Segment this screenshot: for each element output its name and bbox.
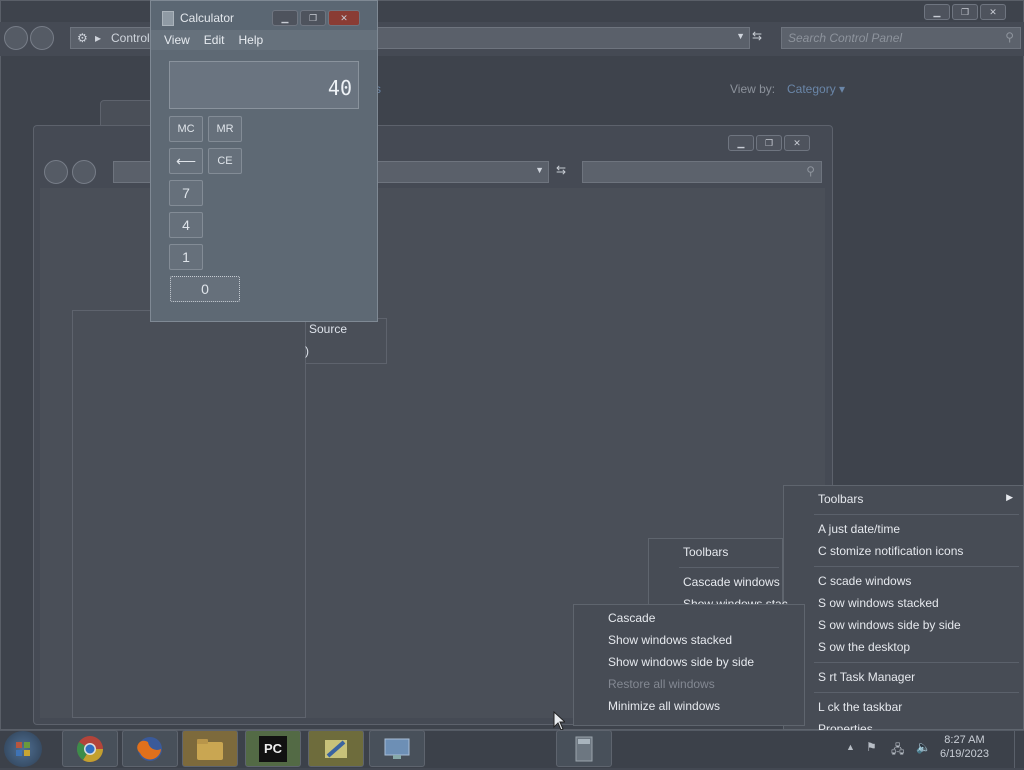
paint-taskbar-button[interactable]: [308, 730, 364, 767]
arrange-stacked[interactable]: Show windows stacked: [608, 633, 732, 647]
calculator-taskbar-button[interactable]: [556, 730, 612, 767]
mc-button[interactable]: MC: [169, 116, 203, 142]
menu-separator: [814, 662, 1019, 663]
source-label: Source: [309, 322, 348, 336]
breadcrumb-arrow-icon: ▸: [95, 31, 102, 45]
taskbar-clock[interactable]: 8:27 AM 6/19/2023: [940, 733, 989, 761]
explorer-forward-button[interactable]: [72, 160, 96, 184]
control-panel-search-input[interactable]: Search Control Panel ⚲: [781, 27, 1021, 49]
explorer-window-buttons: ▁ ❐ ✕: [728, 135, 810, 151]
calculator-taskbar-icon: [575, 736, 593, 761]
search-icon: ⚲: [1005, 30, 1014, 44]
calculator-maximize-button[interactable]: ❐: [300, 10, 326, 26]
calculator-display: 40: [169, 61, 359, 109]
ghost-menu-cascade[interactable]: Cascade windows: [683, 575, 780, 589]
backspace-button[interactable]: ⟵: [169, 148, 203, 174]
explorer-navigation-pane: [72, 310, 306, 718]
menu-separator: [814, 566, 1019, 567]
arrange-minimize-all[interactable]: Minimize all windows: [608, 699, 720, 713]
search-placeholder: Search Control Panel: [788, 31, 903, 45]
close-button[interactable]: ✕: [980, 4, 1006, 20]
submenu-arrow-icon: ▶: [1006, 492, 1013, 502]
back-button[interactable]: [4, 26, 28, 50]
menu-show-windows-stacked[interactable]: S ow windows stacked: [818, 596, 939, 610]
menu-separator: [679, 567, 779, 568]
ghost-menu-toolbars[interactable]: Toolbars: [683, 545, 728, 559]
menu-separator: [814, 692, 1019, 693]
explorer-search-icon: ⚲: [806, 164, 815, 178]
calculator-icon: [162, 11, 174, 26]
window-arrange-menu: Cascade Show windows stacked Show window…: [573, 604, 805, 726]
windows-logo-icon: [16, 742, 30, 756]
zero-button[interactable]: 0: [170, 276, 240, 302]
clock-time: 8:27 AM: [944, 734, 985, 746]
one-button[interactable]: 1: [169, 244, 203, 270]
calculator-window-buttons: ▁ ❐ ✕: [272, 10, 360, 26]
pycharm-icon: PC: [259, 735, 287, 762]
menu-show-desktop[interactable]: S ow the desktop: [818, 640, 910, 654]
menu-customize-notification-icons[interactable]: C stomize notification icons: [818, 544, 963, 558]
action-center-icon[interactable]: ⚑: [866, 740, 877, 754]
calculator-minimize-button[interactable]: ▁: [272, 10, 298, 26]
file-explorer-taskbar-button[interactable]: [182, 730, 238, 767]
remote-desktop-taskbar-button[interactable]: [369, 730, 425, 767]
control-panel-icon: ⚙: [77, 31, 88, 45]
forward-button[interactable]: [30, 26, 54, 50]
four-button[interactable]: 4: [169, 212, 203, 238]
calculator-menu: View Edit Help: [164, 33, 263, 47]
arrange-side-by-side[interactable]: Show windows side by side: [608, 655, 754, 669]
firefox-icon: [137, 736, 162, 761]
chrome-icon: [76, 735, 104, 762]
explorer-search-input[interactable]: ⚲: [582, 161, 822, 183]
explorer-maximize-button[interactable]: ❐: [756, 135, 782, 151]
network-icon[interactable]: 🖧: [891, 740, 904, 761]
paint-icon: [325, 739, 347, 758]
menu-start-task-manager[interactable]: S rt Task Manager: [818, 670, 915, 684]
menu-edit[interactable]: Edit: [204, 33, 225, 47]
mouse-cursor-icon: [553, 711, 565, 731]
volume-muted-icon[interactable]: 🔈: [916, 740, 931, 754]
refresh-icon[interactable]: ⇆: [752, 29, 762, 43]
clock-date: 6/19/2023: [940, 748, 989, 760]
start-button[interactable]: [4, 731, 42, 767]
menu-adjust-date-time[interactable]: A just date/time: [818, 522, 900, 536]
minimize-button[interactable]: ▁: [924, 4, 950, 20]
menu-help[interactable]: Help: [238, 33, 263, 47]
menu-show-windows-side-by-side[interactable]: S ow windows side by side: [818, 618, 961, 632]
address-dropdown-icon[interactable]: ▼: [736, 31, 745, 41]
taskbar-context-menu: Toolbars ▶ A just date/time C stomize no…: [783, 485, 1024, 736]
address-text: Control: [111, 31, 150, 45]
explorer-refresh-icon[interactable]: ⇆: [556, 163, 566, 177]
calculator-close-button[interactable]: ✕: [328, 10, 360, 26]
menu-separator: [814, 514, 1019, 515]
calculator-title: Calculator: [180, 11, 235, 25]
show-hidden-icons-icon[interactable]: ▲: [846, 742, 855, 752]
explorer-close-button[interactable]: ✕: [784, 135, 810, 151]
arrange-restore-all: Restore all windows: [608, 677, 715, 691]
view-by-label: View by:: [730, 82, 776, 96]
mr-button[interactable]: MR: [208, 116, 242, 142]
menu-view[interactable]: View: [164, 33, 190, 47]
source-value: ): [305, 344, 309, 358]
remote-desktop-icon: [384, 738, 410, 759]
chrome-taskbar-button[interactable]: [62, 730, 118, 767]
menu-cascade-windows[interactable]: C scade windows: [818, 574, 911, 588]
explorer-minimize-button[interactable]: ▁: [728, 135, 754, 151]
firefox-taskbar-button[interactable]: [122, 730, 178, 767]
ce-button[interactable]: CE: [208, 148, 242, 174]
folder-icon: [197, 738, 223, 760]
view-by-value: Category: [787, 82, 836, 96]
explorer-back-button[interactable]: [44, 160, 68, 184]
pycharm-taskbar-button[interactable]: PC: [245, 730, 301, 767]
control-panel-window-buttons: ▁ ❐ ✕: [924, 4, 1006, 20]
maximize-button[interactable]: ❐: [952, 4, 978, 20]
ghost-context-menu: Toolbars Cascade windows Show windows st…: [648, 538, 788, 611]
menu-toolbars[interactable]: Toolbars: [818, 492, 863, 506]
seven-button[interactable]: 7: [169, 180, 203, 206]
show-desktop-button[interactable]: [1014, 731, 1024, 768]
explorer-address-dropdown-icon[interactable]: ▼: [535, 165, 544, 175]
menu-lock-taskbar[interactable]: L ck the taskbar: [818, 700, 902, 714]
view-by-dropdown[interactable]: Category ▾: [787, 82, 845, 96]
arrange-cascade[interactable]: Cascade: [608, 611, 655, 625]
